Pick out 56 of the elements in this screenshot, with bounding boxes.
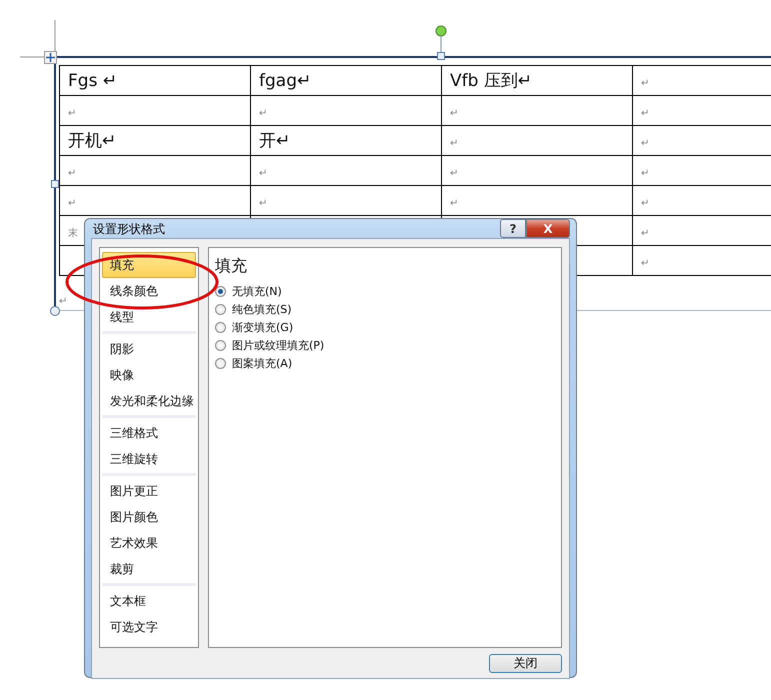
table-cell: ↵ [450,108,458,118]
rotation-handle[interactable] [435,25,447,61]
category-item[interactable]: 图片颜色 [102,504,196,530]
category-item[interactable]: 发光和柔化边缘 [102,388,196,414]
table-cell: Fgs ↵ [68,70,118,90]
panel-heading: 填充 [215,256,248,277]
table-cell: ↵ [68,198,76,208]
table-cell: ↵ [450,198,458,208]
category-item[interactable]: 阴影 [102,336,196,362]
table-cell: ↵ [641,168,650,178]
category-item[interactable]: 线型 [102,304,196,330]
close-dialog-button[interactable]: 关闭 [489,654,562,673]
help-button[interactable]: ? [500,219,526,238]
radio-button[interactable] [215,358,226,368]
table-cell: 开机↵ [68,131,116,151]
radio-label: 图案填充(A) [232,356,292,370]
table-cell: Vfb 压到↵ [450,71,532,91]
table-cell: ↵ [450,138,458,148]
move-handle-icon[interactable] [44,51,57,64]
resize-handle[interactable] [51,180,59,188]
table-cell: ↵ [450,168,458,178]
paragraph-mark: ↵ [59,296,68,307]
category-item[interactable]: 裁剪 [102,556,196,582]
table-cell: ↵ [68,108,76,118]
radio-label: 图片或纹理填充(P) [232,338,324,352]
radio-label: 渐变填充(G) [232,320,294,334]
table-cell: ↵ [68,168,76,178]
category-item[interactable]: 三维旋转 [102,446,196,472]
radio-button[interactable] [215,322,226,332]
category-item[interactable]: 映像 [102,362,196,388]
table-cell: ↵ [259,108,268,118]
table-cell: 开↵ [259,131,290,151]
category-item[interactable]: 文本框 [102,588,196,614]
table-cell: 末 [68,228,78,238]
table-cell: ↵ [259,168,268,178]
table-cell: ↵ [641,198,650,208]
category-item[interactable]: 图片更正 [102,478,196,504]
radio-button[interactable] [215,304,226,314]
category-item[interactable]: 线条颜色 [102,278,196,304]
resize-handle[interactable] [50,306,60,316]
table-cell: ↵ [259,198,268,208]
table-cell: ↵ [641,78,650,88]
radio-label: 无填充(N) [232,284,282,298]
radio-label: 纯色填充(S) [232,302,292,316]
category-item[interactable]: 艺术效果 [102,530,196,556]
radio-button[interactable] [215,286,226,296]
category-item[interactable]: 可选文字 [102,614,196,640]
table-cell: ↵ [641,258,650,268]
table-cell: ↵ [641,108,650,118]
close-button[interactable]: X [526,219,570,238]
table-cell: ↵ [641,138,650,148]
table-cell: ↵ [641,228,650,238]
radio-button[interactable] [215,340,226,350]
table-cell: fgag↵ [259,70,312,90]
category-item[interactable]: 三维格式 [102,420,196,446]
window-title: 设置形状格式 [92,221,165,238]
